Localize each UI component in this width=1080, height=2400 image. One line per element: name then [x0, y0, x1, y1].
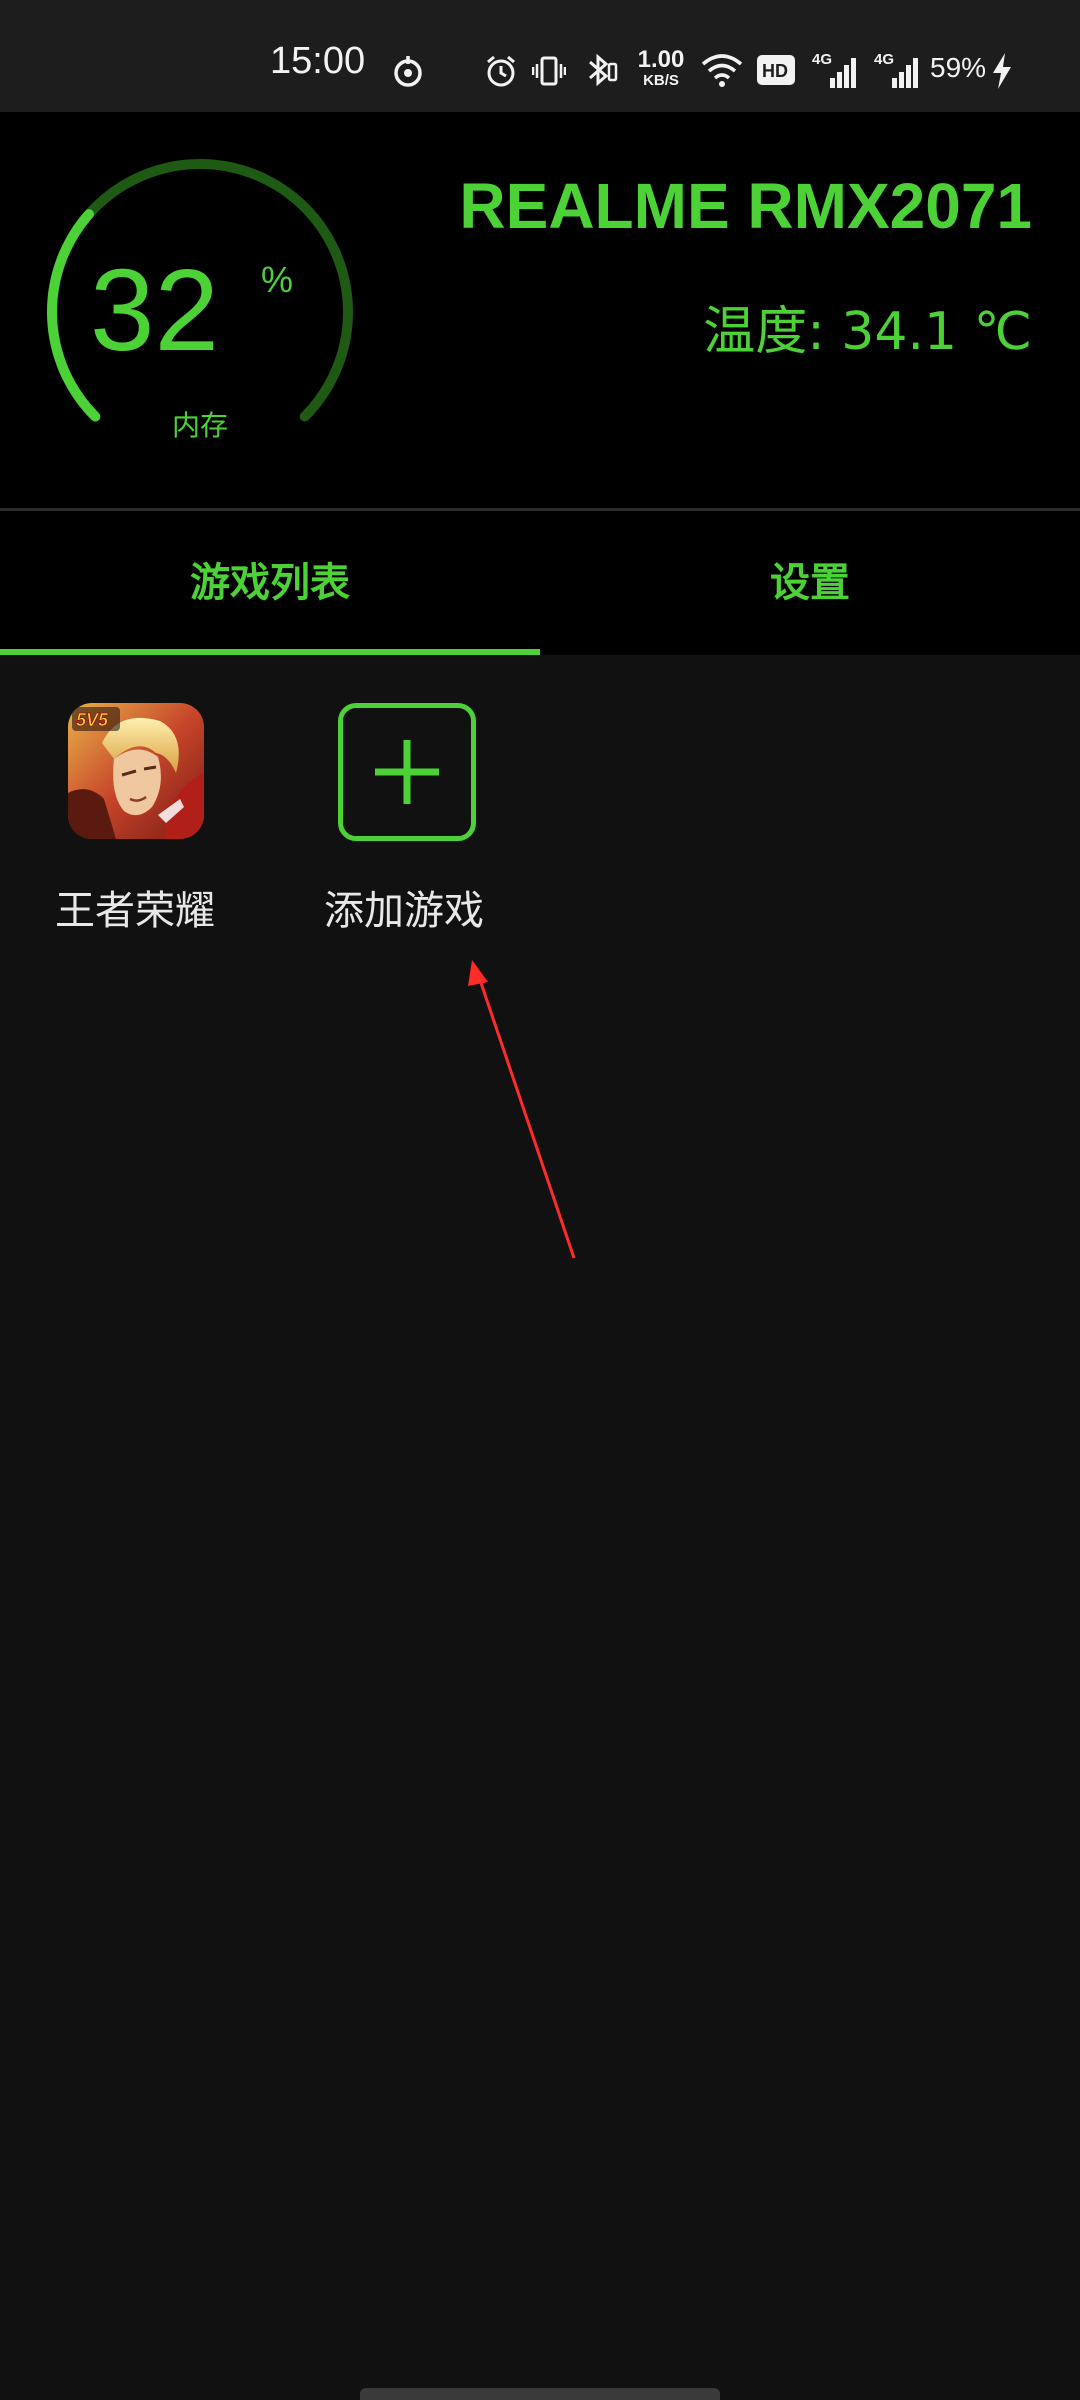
add-game-label: 添加游戏 [324, 888, 484, 934]
memory-percent-sign: % [261, 259, 294, 300]
svg-text:HD: HD [762, 61, 788, 81]
network-speed-unit: KB/S [643, 72, 679, 89]
tab-selected-indicator [0, 649, 540, 655]
battery-percent: 59% [930, 52, 987, 83]
tab-game-list[interactable]: 游戏列表 [0, 511, 540, 655]
honor-of-kings-icon: 5V5 [68, 703, 204, 839]
device-info-header: 32 % 内存 REALME RMX2071 温度: 34.1 ℃ [0, 112, 1080, 511]
game-mode-icon [394, 56, 422, 87]
memory-percent-value: 32 [90, 245, 220, 375]
alarm-icon [487, 55, 515, 87]
tab-settings[interactable]: 设置 [540, 511, 1080, 655]
network-speed: 1.00 KB/S [634, 46, 688, 89]
memory-gauge-fill [47, 209, 101, 422]
bluetooth-icon [589, 53, 618, 87]
status-bar: 15:00 1.00 KB/S HD 4G 4G 59% [0, 0, 1080, 112]
plus-icon [375, 740, 439, 804]
home-indicator[interactable] [360, 2388, 720, 2400]
game-badge: 5V5 [76, 710, 109, 730]
signal-icon: 4G [874, 51, 918, 88]
temperature-readout: 温度: 34.1 ℃ [703, 302, 1032, 362]
add-game-box [338, 703, 476, 841]
hd-icon: HD [757, 55, 795, 85]
sim1-label: 4G [812, 51, 832, 68]
memory-label: 内存 [171, 409, 228, 442]
wifi-icon [701, 54, 743, 87]
status-time: 15:00 [270, 40, 366, 82]
game-label: 王者荣耀 [55, 888, 215, 934]
network-speed-value: 1.00 [637, 46, 685, 73]
game-assistant-screen: 15:00 1.00 KB/S HD 4G 4G 59% 32 % 内存 REA… [0, 0, 1080, 2400]
add-game-button[interactable]: 添加游戏 [294, 703, 514, 963]
device-name: REALME RMX2071 [459, 170, 1032, 242]
charging-icon [993, 53, 1011, 89]
signal-icon: 4G [812, 51, 856, 88]
game-item-honor-of-kings[interactable]: 5V5 王者荣耀 [25, 703, 245, 963]
vibrate-icon [532, 56, 566, 86]
tab-bar: 游戏列表 设置 [0, 511, 1080, 655]
sim2-label: 4G [874, 51, 894, 68]
